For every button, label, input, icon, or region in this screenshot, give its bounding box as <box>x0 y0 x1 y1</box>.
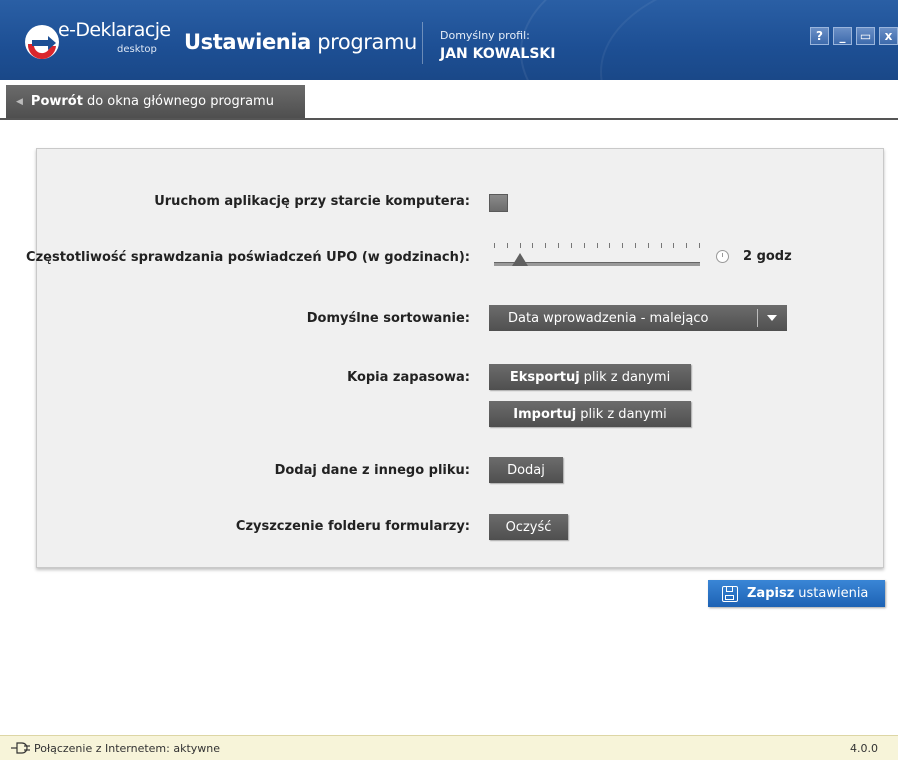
window-title-rest: programu <box>317 30 417 54</box>
frequency-value: 2 godz <box>743 249 792 264</box>
brand-name: e-Deklaracje <box>58 19 171 41</box>
save-disk-icon <box>722 585 738 602</box>
settings-panel <box>36 148 884 568</box>
sort-label: Domyślne sortowanie: <box>306 311 470 326</box>
export-label-rest: plik z danymi <box>583 369 671 385</box>
clean-button[interactable]: Oczyść <box>489 514 568 540</box>
close-button[interactable]: x <box>879 27 898 45</box>
app-version: 4.0.0 <box>850 742 878 755</box>
e-deklaracje-logo-icon <box>25 25 59 60</box>
clock-icon <box>716 250 729 263</box>
import-label-rest: plik z danymi <box>580 406 667 422</box>
add-data-label: Dodaj dane z innego pliku: <box>274 463 470 478</box>
dropdown-separator <box>757 309 758 327</box>
slider-tick <box>686 243 687 248</box>
backup-label: Kopia zapasowa: <box>347 370 470 385</box>
slider-tick <box>545 243 546 248</box>
export-label-bold: Eksportuj <box>509 369 580 385</box>
slider-tick <box>622 243 623 248</box>
maximize-button[interactable]: ▭ <box>856 27 875 45</box>
header-separator <box>422 22 423 64</box>
status-bar: Połączenie z Internetem: aktywne 4.0.0 <box>0 735 898 760</box>
sort-dropdown-value: Data wprowadzenia - malejąco <box>508 310 709 326</box>
sort-dropdown[interactable]: Data wprowadzenia - malejąco <box>489 305 787 331</box>
save-settings-button[interactable]: Zapisz ustawienia <box>708 580 885 607</box>
plug-icon <box>11 742 30 754</box>
slider-tick <box>699 243 700 248</box>
autostart-label: Uruchom aplikację przy starcie komputera… <box>154 194 470 209</box>
slider-tick <box>584 243 585 248</box>
slider-tick <box>558 243 559 248</box>
slider-tick <box>507 243 508 248</box>
slider-tick <box>520 243 521 248</box>
import-button[interactable]: Importuj plik z danymi <box>489 401 691 427</box>
frequency-slider-ticks <box>494 243 700 253</box>
save-label-bold: Zapisz <box>747 586 795 601</box>
back-label-rest: do okna głównego programu <box>86 94 274 109</box>
help-button[interactable]: ? <box>810 27 829 45</box>
chevron-down-icon <box>767 315 777 321</box>
back-arrow-icon: ◀ <box>16 96 23 107</box>
export-button[interactable]: Eksportuj plik z danymi <box>489 364 691 390</box>
slider-tick <box>532 243 533 248</box>
import-label-bold: Importuj <box>513 406 577 422</box>
slider-tick <box>609 243 610 248</box>
frequency-label: Częstotliwość sprawdzania poświadczeń UP… <box>26 250 470 265</box>
frequency-slider-thumb[interactable] <box>512 253 528 266</box>
save-label-rest: ustawienia <box>798 586 869 601</box>
back-label-bold: Powrót <box>30 94 83 109</box>
header-decoration <box>600 0 898 80</box>
slider-tick <box>635 243 636 248</box>
slider-tick <box>597 243 598 248</box>
clean-folder-label: Czyszczenie folderu formularzy: <box>235 519 470 534</box>
connection-status: Połączenie z Internetem: aktywne <box>34 742 221 755</box>
slider-tick <box>494 243 495 248</box>
slider-tick <box>571 243 572 248</box>
window-title: Ustawienia programu <box>184 30 417 54</box>
profile-name: JAN KOWALSKI <box>440 46 556 62</box>
add-button[interactable]: Dodaj <box>489 457 563 483</box>
slider-tick <box>673 243 674 248</box>
slider-tick <box>661 243 662 248</box>
window-title-bold: Ustawienia <box>184 30 311 54</box>
slider-tick <box>648 243 649 248</box>
minimize-button[interactable]: _ <box>833 27 852 45</box>
autostart-checkbox[interactable] <box>489 194 508 212</box>
profile-label: Domyślny profil: <box>440 29 530 42</box>
brand-subtitle: desktop <box>117 44 157 55</box>
back-button[interactable]: ◀ Powrót do okna głównego programu <box>6 85 305 118</box>
